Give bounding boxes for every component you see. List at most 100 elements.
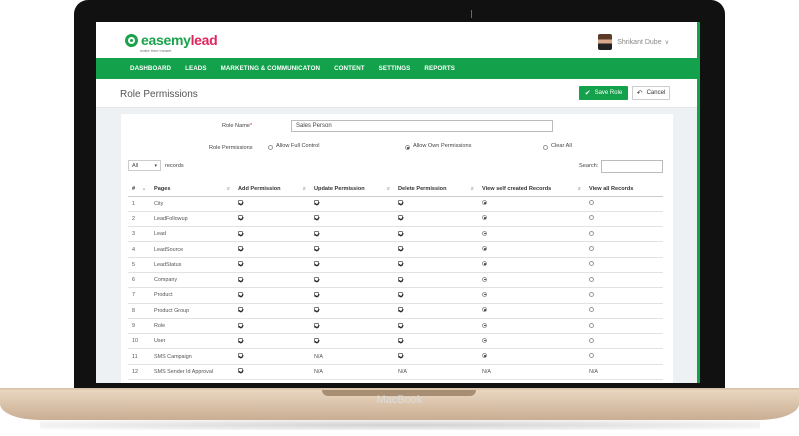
cell-delete-permission xyxy=(394,211,478,228)
col-view-self[interactable]: View self created Records ⇵ xyxy=(478,182,585,197)
delete-permission-checkbox[interactable] xyxy=(398,353,403,359)
add-permission-checkbox[interactable] xyxy=(238,246,243,252)
nav-dashboard[interactable]: DASHBOARD xyxy=(130,65,171,72)
col-view-all[interactable]: View all Records xyxy=(585,182,663,197)
add-permission-checkbox[interactable] xyxy=(238,353,243,359)
search-input[interactable] xyxy=(601,160,663,173)
row-page-name: LeadSource xyxy=(150,241,234,258)
add-permission-checkbox[interactable] xyxy=(238,368,243,374)
view-self-records-radio[interactable] xyxy=(482,261,487,267)
delete-permission-checkbox[interactable] xyxy=(398,337,403,343)
view-self-records-radio[interactable] xyxy=(482,276,487,282)
add-permission-checkbox[interactable] xyxy=(238,291,243,297)
view-self-records-radio[interactable] xyxy=(482,337,487,343)
screen-accent-edge xyxy=(697,22,700,383)
view-all-records-radio[interactable] xyxy=(589,337,594,343)
col-delete[interactable]: Delete Permission ⇵ xyxy=(394,182,478,197)
view-self-records-radio[interactable] xyxy=(482,322,487,328)
view-all-records-radio[interactable] xyxy=(589,200,594,206)
cell-delete-permission xyxy=(394,226,478,243)
update-permission-checkbox[interactable] xyxy=(314,307,319,313)
delete-permission-checkbox[interactable] xyxy=(398,276,403,282)
logo-text: easemylead xyxy=(141,32,218,48)
add-permission-checkbox[interactable] xyxy=(238,230,243,236)
view-all-records-radio[interactable] xyxy=(589,215,594,221)
view-all-records-radio[interactable] xyxy=(589,261,594,267)
delete-permission-checkbox[interactable] xyxy=(398,307,403,313)
view-all-records-radio[interactable] xyxy=(589,230,594,236)
add-permission-checkbox[interactable] xyxy=(238,215,243,221)
update-permission-checkbox[interactable] xyxy=(314,322,319,328)
cell-view-self-records xyxy=(478,287,585,304)
cell-update-permission xyxy=(310,257,394,273)
cancel-button[interactable]: ↶ Cancel xyxy=(632,86,670,100)
view-all-records-radio[interactable] xyxy=(589,246,594,252)
update-permission-checkbox[interactable] xyxy=(314,291,319,297)
cell-update-permission xyxy=(310,272,394,289)
cell-update-permission: N/A xyxy=(310,364,394,381)
update-permission-checkbox[interactable] xyxy=(314,337,319,343)
add-permission-checkbox[interactable] xyxy=(238,307,243,313)
view-all-records-radio[interactable] xyxy=(589,276,594,282)
view-all-records-radio[interactable] xyxy=(589,307,594,313)
nav-marketing[interactable]: MARKETING & COMMUNICATON xyxy=(221,65,320,72)
view-all-records-radio[interactable] xyxy=(589,353,594,359)
nav-settings[interactable]: SETTINGS xyxy=(379,65,411,72)
view-self-records-radio[interactable] xyxy=(482,291,487,297)
cell-view-self-records xyxy=(478,226,585,243)
nav-leads[interactable]: LEADS xyxy=(185,65,206,72)
delete-permission-checkbox[interactable] xyxy=(398,246,403,252)
role-name-input[interactable]: Sales Person xyxy=(291,120,553,132)
col-pages[interactable]: Pages ⇵ xyxy=(150,182,234,197)
table-row: 8 Product Group xyxy=(128,303,663,319)
view-self-records-radio[interactable] xyxy=(482,230,487,236)
cell-delete-permission xyxy=(394,303,478,319)
clear-all-radio[interactable] xyxy=(543,145,548,150)
delete-permission-checkbox[interactable] xyxy=(398,322,403,328)
full-control-radio[interactable] xyxy=(268,145,273,150)
add-permission-checkbox[interactable] xyxy=(238,200,243,206)
update-permission-checkbox[interactable] xyxy=(314,261,319,267)
update-permission-checkbox[interactable] xyxy=(314,200,319,206)
app-screen: easemylead make time instant Shrikant Du… xyxy=(96,22,699,383)
view-self-records-radio[interactable] xyxy=(482,200,487,206)
delete-permission-checkbox[interactable] xyxy=(398,291,403,297)
cell-delete-permission: N/A xyxy=(394,364,478,381)
col-add[interactable]: Add Permission ⇵ xyxy=(234,182,310,197)
update-permission-checkbox[interactable] xyxy=(314,276,319,282)
add-permission-checkbox[interactable] xyxy=(238,337,243,343)
view-self-records-radio[interactable] xyxy=(482,246,487,252)
view-all-records-radio[interactable] xyxy=(589,291,594,297)
delete-permission-checkbox[interactable] xyxy=(398,230,403,236)
view-self-records-radio[interactable] xyxy=(482,215,487,221)
update-permission-checkbox[interactable] xyxy=(314,246,319,252)
nav-reports[interactable]: REPORTS xyxy=(424,65,455,72)
nav-content[interactable]: CONTENT xyxy=(334,65,365,72)
view-self-records-radio[interactable] xyxy=(482,307,487,313)
view-all-records-radio[interactable] xyxy=(589,322,594,328)
delete-permission-checkbox[interactable] xyxy=(398,215,403,221)
app-logo[interactable]: easemylead xyxy=(125,32,218,48)
add-permission-checkbox[interactable] xyxy=(238,261,243,267)
delete-permission-checkbox[interactable] xyxy=(398,200,403,206)
cell-view-self-records xyxy=(478,318,585,335)
row-number: 6 xyxy=(128,272,150,289)
permissions-table: # ▲ Pages ⇵ Add Permission ⇵ Update Permiss… xyxy=(128,182,663,381)
view-self-records-radio[interactable] xyxy=(482,353,487,359)
update-permission-checkbox[interactable] xyxy=(314,230,319,236)
col-update[interactable]: Update Permission ⇵ xyxy=(310,182,394,197)
own-permissions-radio[interactable] xyxy=(405,145,410,150)
page-size-select[interactable]: All ▾ xyxy=(128,160,161,171)
add-permission-checkbox[interactable] xyxy=(238,276,243,282)
delete-permission-checkbox[interactable] xyxy=(398,261,403,267)
add-permission-checkbox[interactable] xyxy=(238,322,243,328)
cell-delete-permission xyxy=(394,196,478,212)
user-menu[interactable]: Shrikant Dube ∨ xyxy=(598,34,669,50)
col-number[interactable]: # ▲ xyxy=(128,182,150,197)
col-view-self-label: View self created Records xyxy=(482,185,552,192)
cell-view-self-records xyxy=(478,196,585,212)
save-role-button[interactable]: ✔ Save Role xyxy=(579,86,628,100)
sort-icon: ⇵ xyxy=(470,186,474,191)
cell-add-permission xyxy=(234,318,310,335)
update-permission-checkbox[interactable] xyxy=(314,215,319,221)
